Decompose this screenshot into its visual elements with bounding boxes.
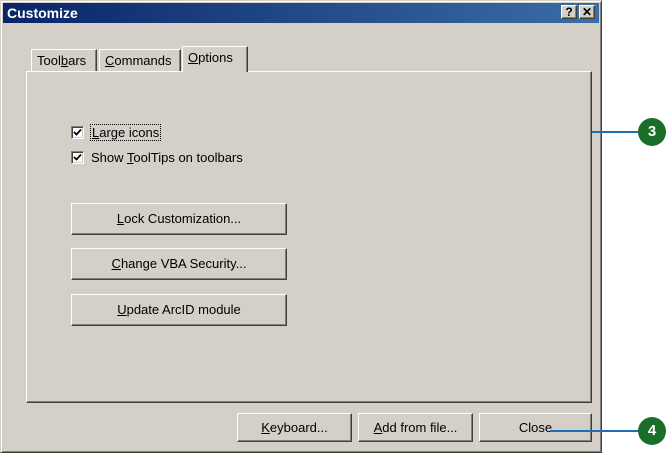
callout-step-4: 4: [638, 417, 666, 445]
add-from-file-button[interactable]: Add from file...: [358, 413, 473, 442]
show-tooltips-label: Show ToolTips on toolbars: [91, 150, 243, 165]
update-arcid-module-button[interactable]: Update ArcID module: [71, 294, 287, 326]
tab-toolbars[interactable]: Toolbars: [31, 49, 97, 71]
callout-line-4: [550, 430, 642, 432]
tab-options[interactable]: Options: [182, 46, 248, 72]
close-icon[interactable]: ✕: [579, 5, 595, 19]
window-title: Customize: [7, 5, 78, 21]
lock-customization-button[interactable]: Lock Customization...: [71, 203, 287, 235]
show-tooltips-checkbox[interactable]: [71, 151, 84, 164]
checkmark-icon: [73, 128, 82, 136]
callout-step-3: 3: [638, 118, 666, 146]
title-bar[interactable]: Customize ? ✕: [3, 3, 599, 23]
tab-commands[interactable]: Commands: [99, 49, 181, 71]
customize-dialog: Customize ? ✕ Toolbars Commands Options …: [0, 0, 602, 453]
help-button[interactable]: ?: [561, 5, 577, 19]
large-icons-checkbox[interactable]: [71, 126, 84, 139]
keyboard-button[interactable]: Keyboard...: [237, 413, 352, 442]
options-panel: Large icons Show ToolTips on toolbars Lo…: [26, 71, 592, 403]
close-button[interactable]: Close: [479, 413, 592, 442]
large-icons-label: Large icons: [89, 124, 162, 141]
checkmark-icon: [73, 153, 82, 161]
change-vba-security-button[interactable]: Change VBA Security...: [71, 248, 287, 280]
